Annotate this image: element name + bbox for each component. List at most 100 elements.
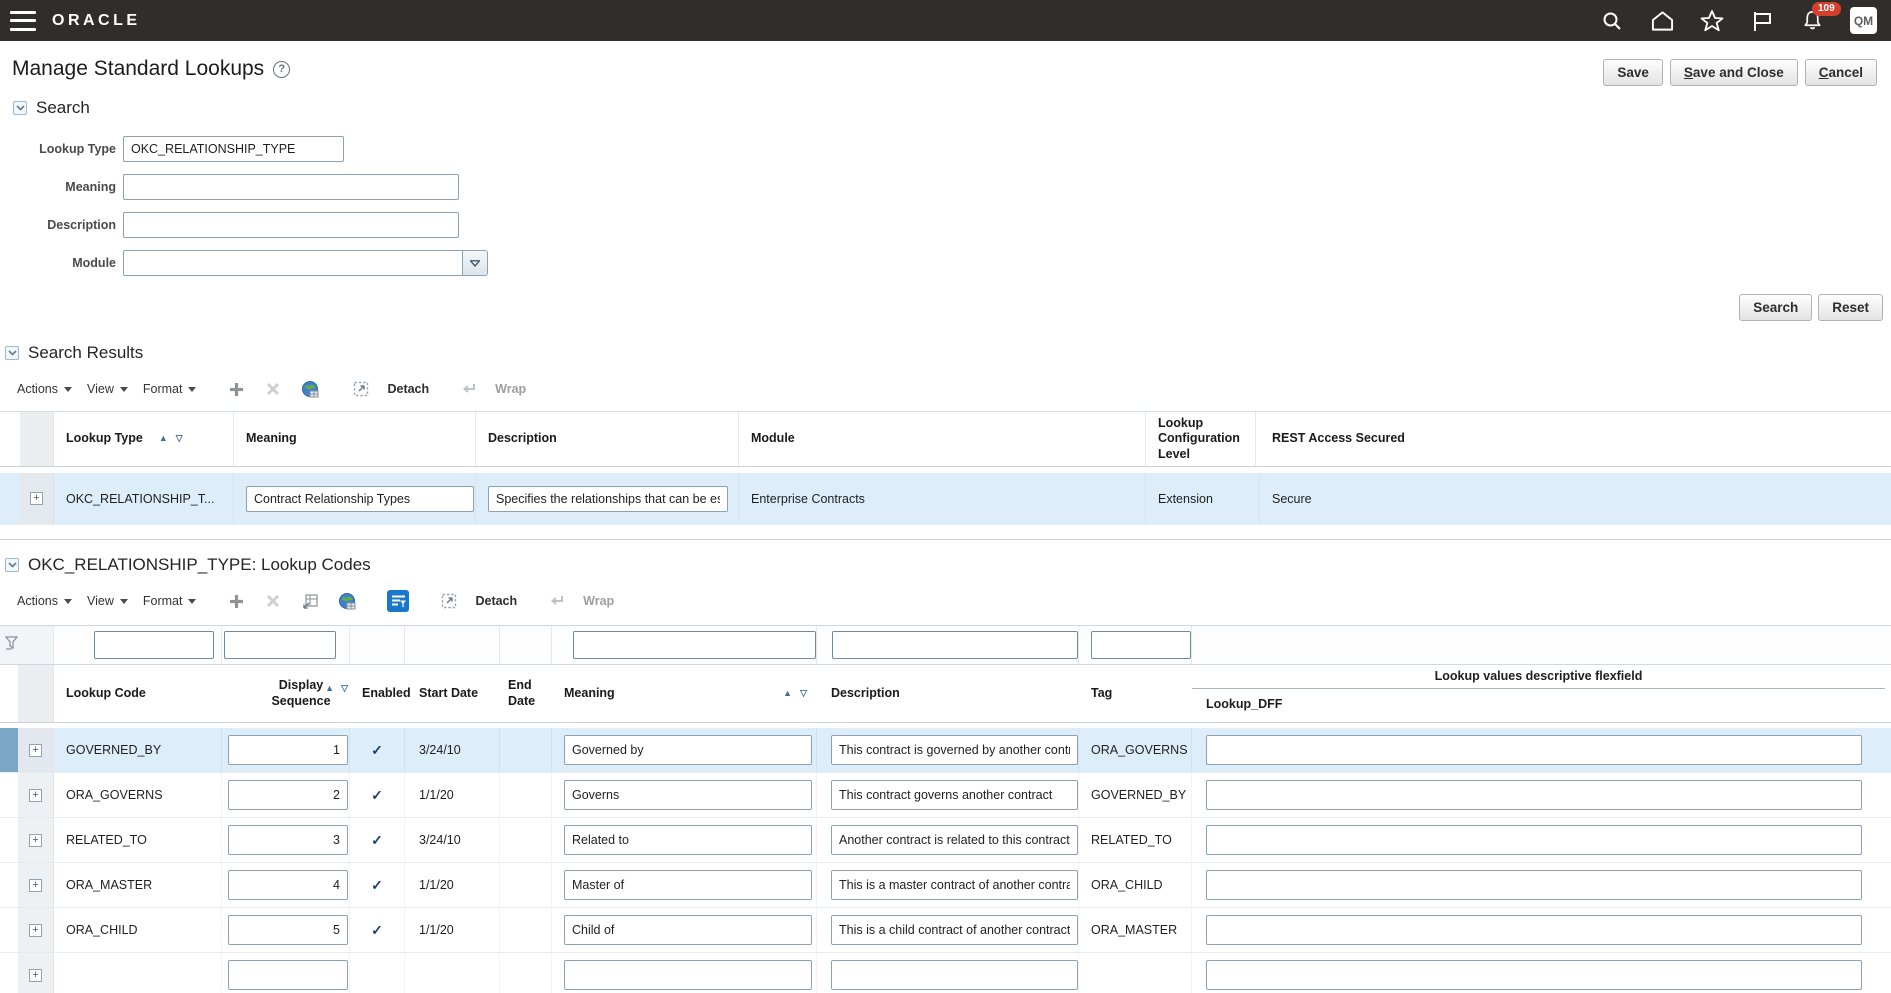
sort-ascending-icon[interactable]: ▲ <box>325 683 334 694</box>
filter-tag-input[interactable] <box>1091 631 1191 659</box>
lookup-dff-input[interactable] <box>1206 960 1862 990</box>
column-header-end-date[interactable]: End Date <box>500 678 552 709</box>
table-row[interactable]: + GOVERNED_BY ✓ 3/24/10 ORA_GOVERNS <box>0 728 1891 773</box>
collapse-section-icon[interactable] <box>5 346 19 360</box>
meaning-cell-input[interactable] <box>246 485 474 512</box>
hamburger-menu-icon[interactable] <box>10 10 36 31</box>
detach-button[interactable]: Detach <box>475 594 517 608</box>
notifications-bell-icon[interactable]: 109 <box>1800 1 1841 33</box>
expand-row-icon[interactable]: + <box>29 833 42 847</box>
column-header-rest-access[interactable]: REST Access Secured <box>1260 412 1891 466</box>
description-input[interactable] <box>831 870 1078 900</box>
column-header-meaning[interactable]: Meaning ▲ ▽ <box>552 686 817 702</box>
save-and-close-button[interactable]: Save and Close <box>1669 59 1798 86</box>
description-input[interactable] <box>831 960 1078 990</box>
wrap-icon[interactable] <box>458 378 480 400</box>
display-sequence-input[interactable] <box>228 915 348 945</box>
reset-button[interactable]: Reset <box>1818 294 1883 321</box>
column-header-meaning[interactable]: Meaning <box>234 412 476 466</box>
column-header-lookup-type[interactable]: Lookup Type ▲ ▽ <box>54 412 234 466</box>
sort-descending-icon[interactable]: ▽ <box>800 688 807 699</box>
meaning-input[interactable] <box>123 174 459 200</box>
meaning-input[interactable] <box>564 735 812 765</box>
announcements-flag-icon[interactable] <box>1750 9 1774 33</box>
actions-menu[interactable]: Actions <box>17 594 72 608</box>
user-avatar[interactable]: QM <box>1850 7 1877 34</box>
column-header-description[interactable]: Description <box>817 686 1079 702</box>
add-row-icon[interactable] <box>225 590 247 612</box>
column-header-lookup-code[interactable]: Lookup Code <box>54 686 222 702</box>
display-sequence-input[interactable] <box>228 870 348 900</box>
column-header-module[interactable]: Module <box>739 412 1146 466</box>
collapse-section-icon[interactable] <box>13 101 27 115</box>
filter-display-sequence-input[interactable] <box>224 631 336 659</box>
display-sequence-input[interactable] <box>228 780 348 810</box>
description-input[interactable] <box>831 780 1078 810</box>
column-header-description[interactable]: Description <box>476 412 739 466</box>
export-icon[interactable] <box>299 378 321 400</box>
wrap-button[interactable]: Wrap <box>583 594 614 608</box>
wrap-icon[interactable] <box>546 590 568 612</box>
filter-description-input[interactable] <box>832 631 1078 659</box>
table-row-partial[interactable]: + <box>0 953 1891 993</box>
help-icon[interactable]: ? <box>273 60 291 78</box>
query-by-example-icon[interactable] <box>387 590 410 612</box>
filter-meaning-input[interactable] <box>573 631 816 659</box>
lookup-dff-input[interactable] <box>1206 825 1862 855</box>
lookup-dff-input[interactable] <box>1206 780 1862 810</box>
format-menu[interactable]: Format <box>143 594 197 608</box>
actions-menu[interactable]: Actions <box>17 382 72 396</box>
delete-row-icon[interactable] <box>262 378 284 400</box>
expand-row-icon[interactable]: + <box>30 492 43 505</box>
sort-descending-icon[interactable]: ▽ <box>176 433 183 444</box>
sort-ascending-icon[interactable]: ▲ <box>159 433 168 444</box>
column-header-tag[interactable]: Tag <box>1079 686 1192 702</box>
sort-ascending-icon[interactable]: ▲ <box>783 688 792 699</box>
meaning-input[interactable] <box>564 915 812 945</box>
description-input[interactable] <box>831 825 1078 855</box>
collapse-section-icon[interactable] <box>5 558 19 572</box>
column-header-config-level[interactable]: Lookup Configuration Level <box>1146 412 1256 466</box>
meaning-input[interactable] <box>564 825 812 855</box>
expand-row-icon[interactable]: + <box>29 743 42 757</box>
lookup-type-input[interactable] <box>123 136 344 162</box>
description-input[interactable] <box>831 915 1078 945</box>
description-input[interactable] <box>123 212 459 238</box>
lookup-dff-input[interactable] <box>1206 870 1862 900</box>
description-cell-input[interactable] <box>488 485 728 512</box>
meaning-input[interactable] <box>564 780 812 810</box>
view-menu[interactable]: View <box>87 382 128 396</box>
home-icon[interactable] <box>1650 9 1674 33</box>
sort-descending-icon[interactable]: ▽ <box>341 683 348 694</box>
description-input[interactable] <box>831 735 1078 765</box>
meaning-input[interactable] <box>564 870 812 900</box>
format-menu[interactable]: Format <box>143 382 197 396</box>
column-header-enabled[interactable]: Enabled <box>350 686 411 702</box>
detach-icon[interactable] <box>350 378 372 400</box>
expand-row-icon[interactable]: + <box>29 788 42 802</box>
column-header-start-date[interactable]: Start Date <box>405 686 500 702</box>
table-row[interactable]: + RELATED_TO ✓ 3/24/10 RELATED_TO <box>0 818 1891 863</box>
meaning-input[interactable] <box>564 960 812 990</box>
delete-row-icon[interactable] <box>262 590 284 612</box>
view-menu[interactable]: View <box>87 594 128 608</box>
save-button[interactable]: Save <box>1603 59 1663 86</box>
add-row-icon[interactable] <box>225 378 247 400</box>
search-button[interactable]: Search <box>1739 294 1813 321</box>
filter-lookup-code-input[interactable] <box>94 631 214 659</box>
table-edit-icon[interactable] <box>299 590 321 612</box>
lookup-dff-input[interactable] <box>1206 735 1862 765</box>
export-icon[interactable] <box>336 590 358 612</box>
lookup-dff-input[interactable] <box>1206 915 1862 945</box>
expand-row-icon[interactable]: + <box>29 923 42 937</box>
search-icon[interactable] <box>1600 9 1624 33</box>
display-sequence-input[interactable] <box>228 825 348 855</box>
table-row[interactable]: + ORA_GOVERNS ✓ 1/1/20 GOVERNED_BY <box>0 773 1891 818</box>
expand-row-icon[interactable]: + <box>29 878 42 892</box>
wrap-button[interactable]: Wrap <box>495 382 526 396</box>
module-dropdown-button[interactable] <box>463 250 488 276</box>
module-input[interactable] <box>123 250 463 276</box>
table-row[interactable]: + OKC_RELATIONSHIP_T... Enterprise Contr… <box>0 473 1891 525</box>
detach-icon[interactable] <box>438 590 460 612</box>
table-row[interactable]: + ORA_CHILD ✓ 1/1/20 ORA_MASTER <box>0 908 1891 953</box>
